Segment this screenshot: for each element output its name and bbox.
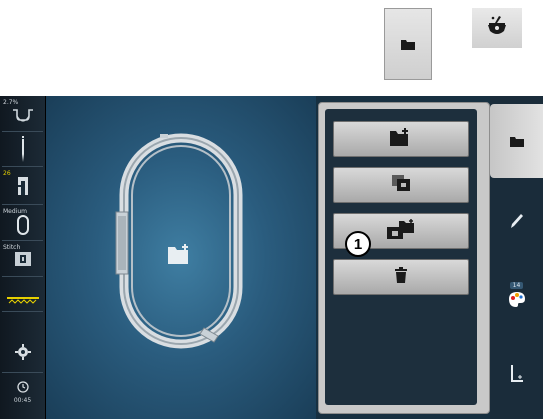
needle-button[interactable] bbox=[0, 136, 45, 166]
gear-icon bbox=[14, 344, 31, 364]
hoop-select-button[interactable]: Medium bbox=[0, 208, 45, 239]
needle-icon bbox=[18, 136, 28, 166]
pencil-icon bbox=[510, 213, 523, 232]
status-bar: 2.7% 26 Medium Stitch 00:45 bbox=[0, 96, 46, 419]
timer-button[interactable]: 00:45 bbox=[0, 378, 45, 404]
presser-foot-number: 26 bbox=[3, 170, 11, 177]
save-new-button[interactable] bbox=[333, 121, 469, 157]
stabilizer-icon bbox=[6, 290, 39, 309]
stabilizer-button[interactable] bbox=[0, 290, 45, 309]
file-options-panel: 1 bbox=[318, 102, 490, 414]
folder-overwrite-icon bbox=[387, 219, 415, 243]
stitch-plate-label: Stitch bbox=[3, 244, 21, 251]
stitch-icon bbox=[510, 365, 524, 387]
tab-strip: 14 bbox=[490, 96, 543, 419]
file-reference-button[interactable] bbox=[384, 8, 432, 80]
folder-icon bbox=[401, 35, 415, 54]
hoop-oval-icon bbox=[16, 215, 30, 239]
hoop-label: Medium bbox=[3, 208, 27, 215]
embroidery-reference-button[interactable] bbox=[472, 8, 522, 48]
folder-save-icon bbox=[390, 128, 412, 150]
stitch-plate-button[interactable]: Stitch bbox=[0, 244, 45, 270]
callout-marker: 1 bbox=[345, 231, 371, 257]
copy-button[interactable] bbox=[333, 167, 469, 203]
stitch-plate-icon bbox=[14, 251, 31, 270]
embroidery-screen: 2.7% 26 Medium Stitch 00:45 1 14 bbox=[0, 96, 543, 419]
embroidery-mortar-icon bbox=[485, 15, 509, 41]
delete-button[interactable] bbox=[333, 259, 469, 295]
folder-icon bbox=[509, 132, 524, 151]
copy-icon bbox=[392, 175, 410, 195]
embroidery-work-area[interactable] bbox=[46, 96, 316, 419]
color-palette-icon bbox=[508, 291, 526, 311]
color-count-badge: 14 bbox=[509, 281, 524, 289]
clock-icon bbox=[16, 378, 29, 397]
hoop-shape-icon bbox=[10, 106, 36, 130]
tab-edit[interactable] bbox=[490, 196, 543, 248]
time-readout: 00:45 bbox=[13, 397, 32, 404]
tab-color[interactable]: 14 bbox=[490, 266, 543, 326]
hoop-info[interactable]: 2.7% bbox=[0, 99, 45, 130]
presser-foot-icon bbox=[16, 177, 30, 199]
settings-button[interactable] bbox=[0, 344, 45, 364]
presser-foot-button[interactable]: 26 bbox=[0, 170, 45, 199]
tab-file[interactable] bbox=[490, 104, 543, 178]
tab-stitch[interactable] bbox=[490, 346, 543, 406]
trash-icon bbox=[395, 267, 407, 287]
hoop-dimension: 2.7% bbox=[3, 99, 19, 106]
folder-add-icon bbox=[168, 244, 192, 268]
